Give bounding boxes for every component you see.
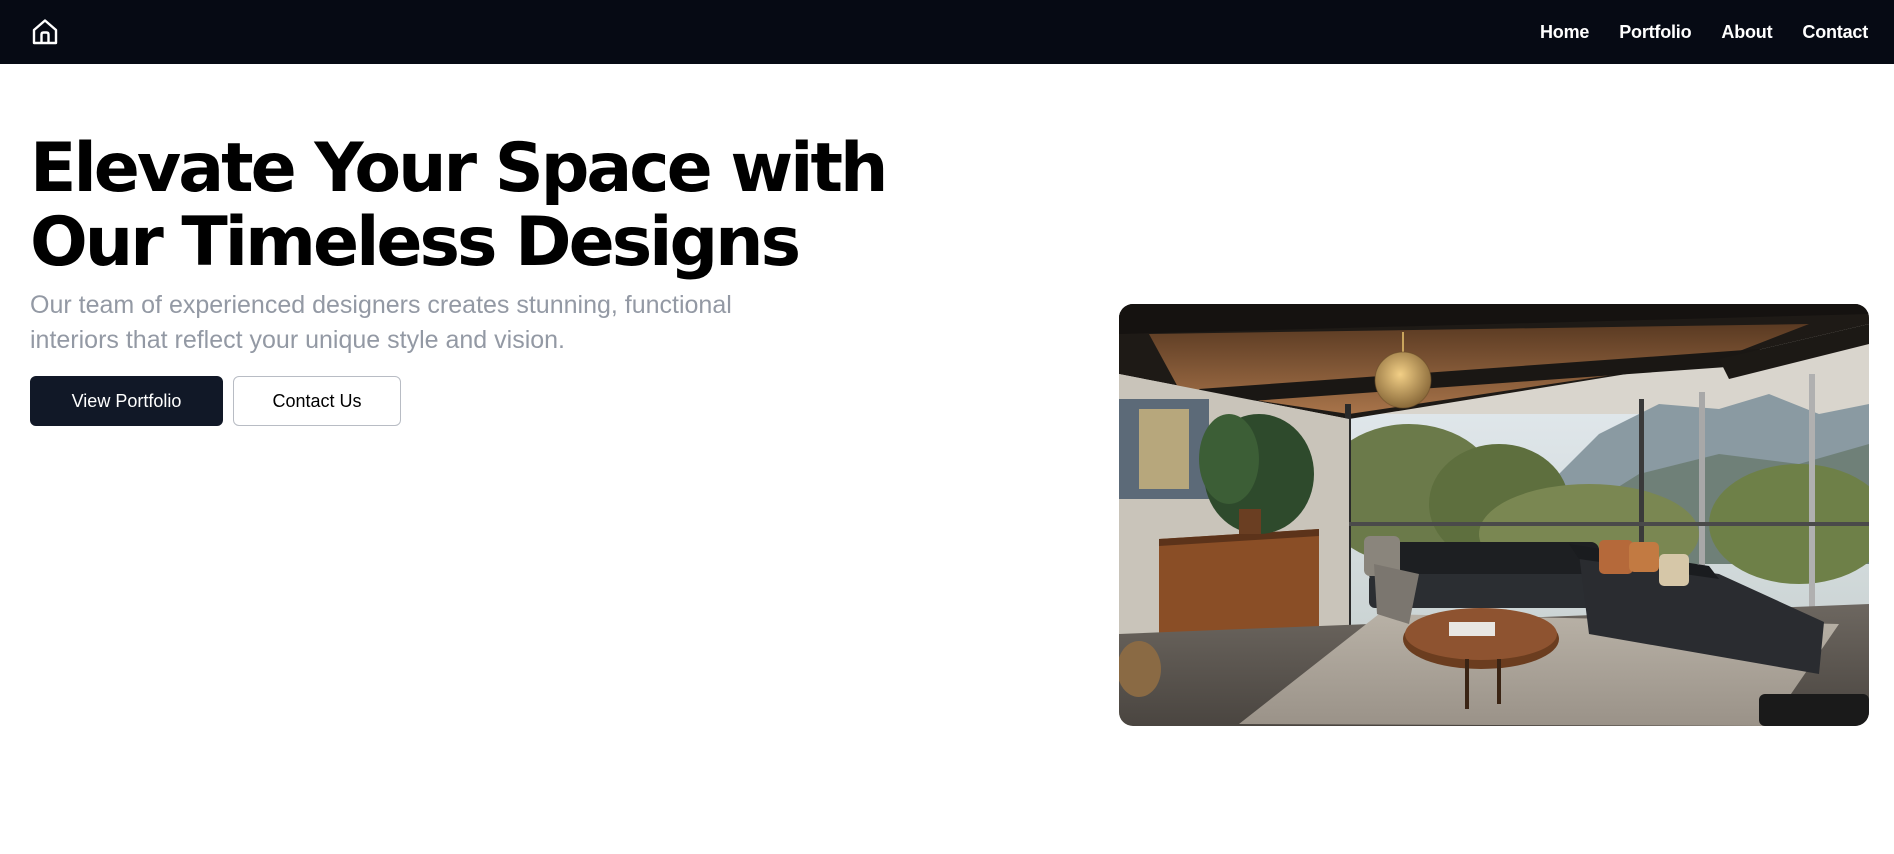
hero-section: Elevate Your Space with Our Timeless Des… [0,64,1894,854]
living-room-image [1119,304,1869,726]
nav-link-contact[interactable]: Contact [1802,22,1868,43]
hero-buttons: View Portfolio Contact Us [30,376,1010,426]
top-navbar: Home Portfolio About Contact [0,0,1894,64]
hero-subtitle: Our team of experienced designers create… [30,291,732,354]
hero-text: Elevate Your Space with Our Timeless Des… [30,132,1010,426]
contact-us-button[interactable]: Contact Us [233,376,401,426]
nav-links: Home Portfolio About Contact [1540,22,1868,43]
home-icon[interactable] [30,17,60,47]
hero-title: Elevate Your Space with Our Timeless Des… [30,129,888,282]
nav-link-home[interactable]: Home [1540,22,1589,43]
view-portfolio-button[interactable]: View Portfolio [30,376,223,426]
nav-link-about[interactable]: About [1721,22,1772,43]
nav-link-portfolio[interactable]: Portfolio [1619,22,1691,43]
